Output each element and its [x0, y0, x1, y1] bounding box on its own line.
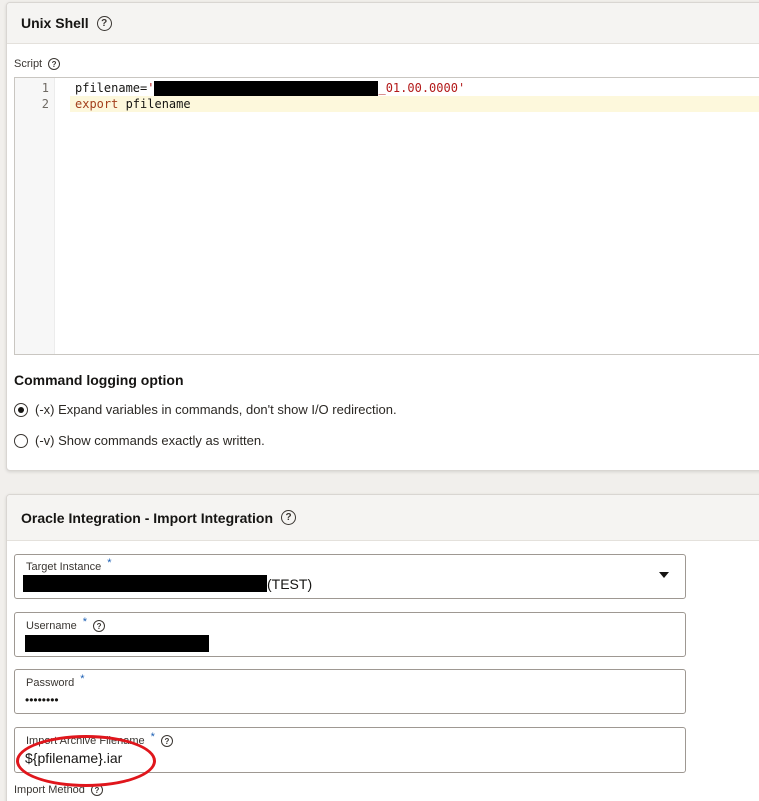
radio-option-label: (-v) Show commands exactly as written. — [35, 433, 265, 448]
required-marker: * — [82, 616, 88, 628]
field-label-text: Username — [26, 620, 77, 632]
line-number: 1 — [41, 81, 49, 95]
string-token-start: ' — [147, 81, 155, 95]
import-method-label: Import Method ? — [14, 784, 103, 796]
script-help-icon[interactable]: ? — [48, 58, 61, 70]
code-token: pfilename — [118, 97, 191, 111]
archive-filename-value: ${pfilename}.iar — [25, 750, 123, 766]
code-line-1: 1 pfilename=' _01.00.0000' — [15, 80, 759, 96]
script-label-text: Script — [14, 58, 43, 70]
radio-option-verbatim[interactable]: (-v) Show commands exactly as written. — [14, 433, 265, 448]
line-number: 2 — [41, 97, 49, 111]
archive-help-icon[interactable]: ? — [160, 735, 173, 747]
radio-selected-icon[interactable] — [14, 402, 28, 417]
radio-option-label: (-x) Expand variables in commands, don't… — [35, 402, 397, 417]
chevron-down-icon[interactable] — [659, 572, 669, 578]
field-label-text: Import Method — [14, 784, 85, 796]
archive-filename-field[interactable]: Import Archive Filename * ? ${pfilename}… — [14, 727, 686, 773]
string-token-end: _01.00.0000' — [378, 81, 466, 95]
oracle-integration-title: Oracle Integration - Import Integration — [21, 509, 274, 526]
field-label-text: Password — [26, 677, 75, 689]
radio-option-expand[interactable]: (-x) Expand variables in commands, don't… — [14, 402, 397, 417]
password-label: Password * — [26, 673, 85, 689]
username-field[interactable]: Username * ? — [14, 612, 686, 657]
redacted-block — [23, 575, 267, 592]
unix-shell-header: Unix Shell ? — [7, 3, 759, 44]
logging-option-title: Command logging option — [14, 372, 184, 388]
script-label: Script ? — [14, 58, 61, 70]
archive-filename-label: Import Archive Filename * ? — [26, 731, 173, 747]
code-text: pfilename=' _01.00.0000' — [75, 80, 465, 96]
field-label-text: Target Instance — [26, 561, 102, 573]
username-value — [25, 635, 209, 652]
target-instance-select[interactable]: Target Instance * (TEST) — [14, 554, 686, 599]
field-label-text: Import Archive Filename — [26, 735, 145, 747]
code-text: export pfilename — [75, 96, 191, 112]
script-editor[interactable]: 1 pfilename=' _01.00.0000' 2 export pfile… — [14, 77, 759, 355]
line-number-gutter — [15, 78, 55, 354]
username-help-icon[interactable]: ? — [93, 620, 106, 632]
help-icon[interactable]: ? — [281, 510, 297, 525]
required-marker: * — [150, 731, 155, 743]
code-line-2: 2 export pfilename — [15, 96, 759, 112]
redacted-block — [25, 635, 209, 652]
username-label: Username * ? — [26, 616, 106, 632]
unix-shell-title: Unix Shell — [21, 15, 89, 31]
import-method-help-icon[interactable]: ? — [90, 784, 103, 796]
target-instance-suffix: (TEST) — [267, 575, 313, 592]
keyword-token: export — [75, 97, 119, 111]
help-icon[interactable]: ? — [96, 15, 112, 31]
radio-unselected-icon[interactable] — [14, 433, 28, 448]
target-instance-value: (TEST) — [23, 575, 312, 592]
target-instance-label: Target Instance * — [26, 557, 112, 573]
password-value: •••••••• — [25, 693, 59, 707]
oracle-integration-header: Oracle Integration - Import Integration … — [7, 495, 759, 541]
code-token: pfilename= — [75, 81, 148, 95]
password-field[interactable]: Password * •••••••• — [14, 669, 686, 714]
required-marker: * — [107, 557, 112, 569]
redacted-block — [154, 81, 379, 96]
required-marker: * — [80, 673, 85, 685]
